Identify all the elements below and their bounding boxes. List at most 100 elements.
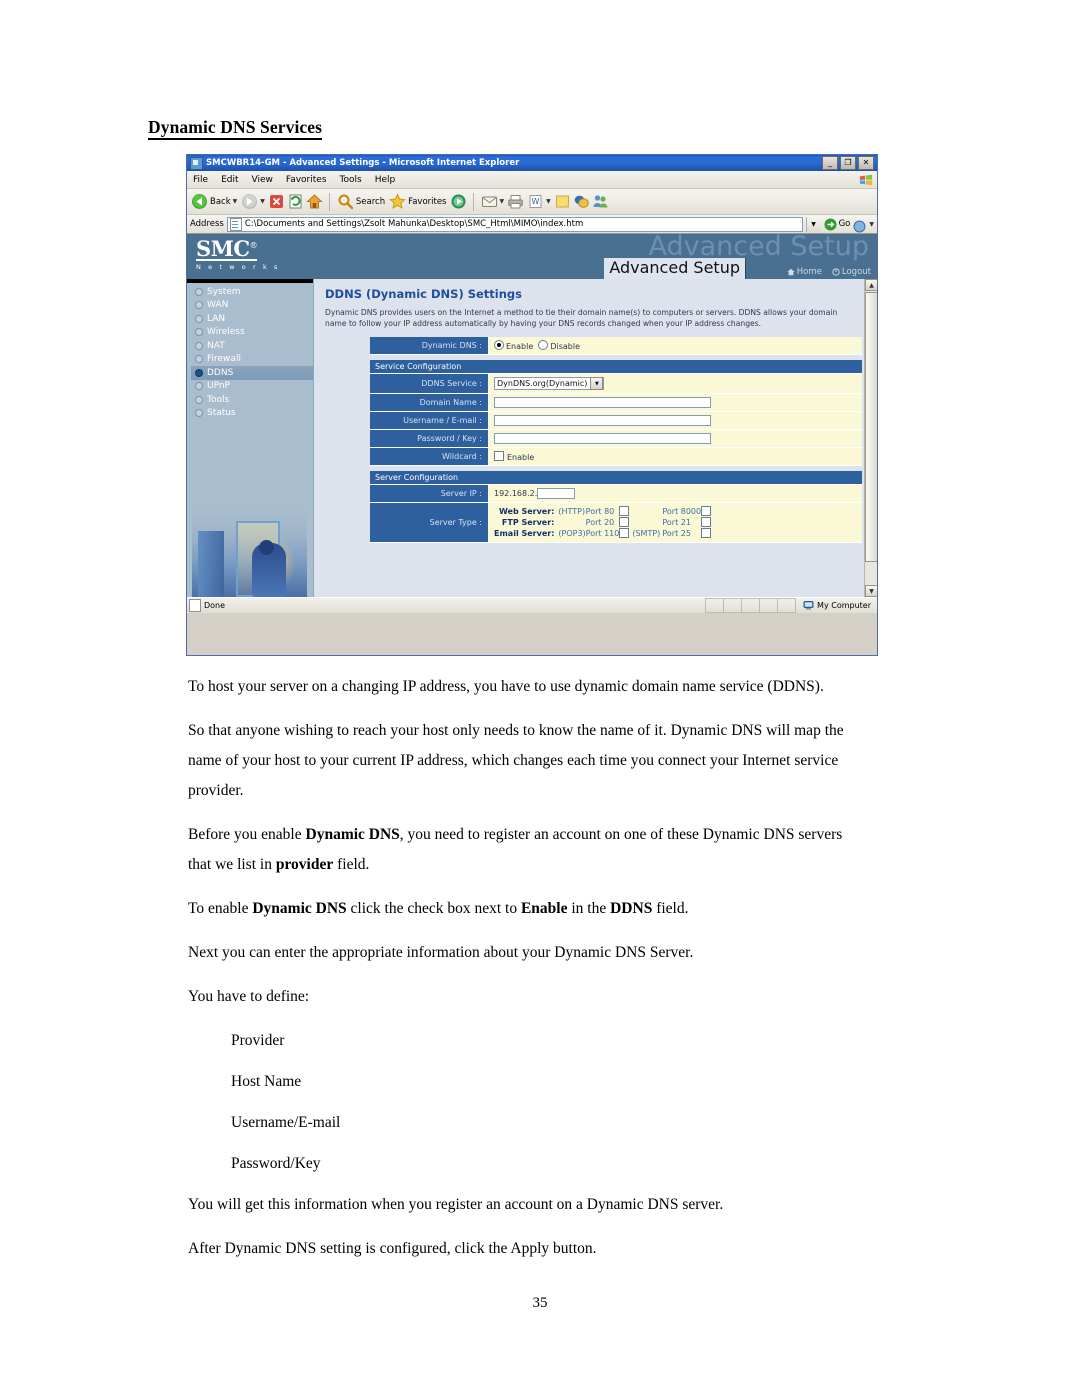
back-dropdown-icon[interactable]: ▼ [233,198,238,205]
email-server-right-proto: (SMTP) [632,529,661,538]
menu-item-tools[interactable]: Tools [340,175,362,185]
address-input[interactable]: C:\Documents and Settings\Zsolt Mahunka\… [226,216,803,232]
ftp-server-port20-checkbox[interactable] [619,517,630,527]
messenger-button[interactable] [573,193,590,210]
sidebar-item-tools[interactable]: Tools [191,393,313,407]
people-button[interactable] [592,193,609,210]
text-run: To host your server on a changing IP add… [188,678,824,695]
ddns-service-value-cell: DynDNS.org(Dynamic) ▼ [488,373,862,394]
ftp-server-right-checkbox-cell [701,517,714,528]
smc-logo: SMC® N e t w o r k s [196,238,280,271]
sidebar-item-wan[interactable]: WAN [191,299,313,313]
favorites-button[interactable]: Favorites [388,193,447,210]
text-run: Before you enable [188,826,306,843]
sidebar-item-status[interactable]: Status [191,407,313,421]
sidebar-item-label: LAN [207,313,226,324]
menu-item-view[interactable]: View [252,175,273,185]
email-server-port110-checkbox[interactable] [619,528,630,538]
ddns-settings-title: DDNS (Dynamic DNS) Settings [325,287,522,301]
document-body: To host your server on a changing IP add… [188,672,860,1278]
sidebar-item-label: Status [207,408,236,419]
server-ip-row: Server IP : 192.168.2. [370,484,862,503]
sidebar-item-label: Firewall [207,354,241,365]
emphasis-text: Dynamic DNS [252,900,347,917]
address-dropdown-button[interactable]: ▼ [805,216,821,232]
edit-word-button[interactable]: W ▼ [526,193,552,210]
logout-link[interactable]: Logout [832,267,871,277]
media-button[interactable] [450,193,467,210]
scrollbar-thumb[interactable] [865,292,877,562]
domain-name-input[interactable] [494,397,711,408]
dynamic-dns-disable-radio[interactable] [538,340,549,350]
email-server-label: Email Server: [494,529,555,538]
print-button[interactable] [507,193,524,210]
dynamic-dns-disable-label: Disable [550,342,581,351]
sidebar-item-ddns[interactable]: DDNS [191,366,313,380]
menu-item-help[interactable]: Help [375,175,396,185]
bullet-icon [195,395,203,404]
menu-item-edit[interactable]: Edit [221,175,238,185]
bullet-icon [195,301,203,310]
sidebar-item-upnp[interactable]: UPnP [191,380,313,394]
dynamic-dns-enable-radio[interactable] [494,340,504,350]
edit-dropdown-icon[interactable]: ▼ [546,198,551,205]
sidebar-item-nat[interactable]: NAT [191,339,313,353]
home-button[interactable] [306,193,323,210]
forward-button[interactable]: ▼ [240,193,266,210]
restore-button[interactable]: ❐ [840,156,856,170]
ftp-server-port21-checkbox[interactable] [701,517,712,527]
refresh-button[interactable] [287,193,304,210]
links-dropdown-icon[interactable]: ▼ [869,221,874,228]
server-ip-input[interactable] [537,488,576,499]
sidebar-item-label: Tools [207,394,230,405]
home-link[interactable]: Home [787,267,822,277]
email-server-port25-checkbox[interactable] [701,528,712,538]
security-zone[interactable]: My Computer [799,600,875,611]
sidebar-item-lan[interactable]: LAN [191,312,313,326]
sidebar-item-wireless[interactable]: Wireless [191,326,313,340]
scroll-up-button[interactable]: ▲ [865,279,877,291]
email-server-right-port: Port 25 [662,529,691,538]
password-key-input[interactable] [494,433,711,444]
ddns-service-select[interactable]: DynDNS.org(Dynamic) ▼ [494,377,605,390]
forward-dropdown-icon[interactable]: ▼ [260,198,265,205]
domain-name-label: Domain Name : [370,393,488,412]
advanced-setup-tab[interactable]: Advanced Setup [604,257,746,279]
notes-button[interactable] [554,193,571,210]
menu-item-file[interactable]: File [193,175,208,185]
search-button[interactable]: Search [336,193,386,210]
mail-button[interactable]: ▼ [480,193,506,210]
back-button[interactable]: Back ▼ [190,193,238,210]
windows-flag-icon [859,174,873,186]
paragraph-p2: So that anyone wishing to reach your hos… [188,716,860,806]
browser-titlebar: SMCWBR14-GM - Advanced Settings - Micros… [187,155,877,171]
window-controls: _ ❐ ✕ [822,156,875,170]
minimize-button[interactable]: _ [822,156,838,170]
sidebar-item-system[interactable]: System [191,285,313,299]
menu-item-favorites[interactable]: Favorites [286,175,327,185]
scroll-down-button[interactable]: ▼ [865,585,877,597]
mail-dropdown-icon[interactable]: ▼ [500,198,505,205]
chevron-down-icon[interactable]: ▼ [590,377,604,390]
web-server-port8000-checkbox[interactable] [701,506,712,516]
close-button[interactable]: ✕ [858,156,874,170]
dynamic-dns-row: Dynamic DNS : Enable Disable [370,337,862,355]
bullet-icon [195,368,203,377]
address-label: Address [190,219,224,229]
links-icon[interactable] [853,218,866,232]
go-button[interactable]: Go [824,218,850,231]
text-run: Provider [231,1032,285,1049]
search-icon [337,193,354,210]
bullet-icon [195,355,203,364]
sidebar-item-firewall[interactable]: Firewall [191,353,313,367]
username-email-input[interactable] [494,415,711,426]
web-server-port80-checkbox[interactable] [619,506,630,516]
sidebar-item-label: NAT [207,340,225,351]
page-vertical-scrollbar[interactable]: ▲ ▼ [864,279,877,597]
stop-button[interactable] [268,193,285,210]
server-type-grid: Web Server: (HTTP) Port 80 Port 8000 FTP… [494,506,714,539]
text-run: You have to define: [188,988,310,1005]
wildcard-enable-checkbox[interactable] [494,451,504,461]
router-sidebar: System WAN LAN Wireless NAT Firewall DDN… [187,279,314,597]
mail-icon [481,193,498,210]
